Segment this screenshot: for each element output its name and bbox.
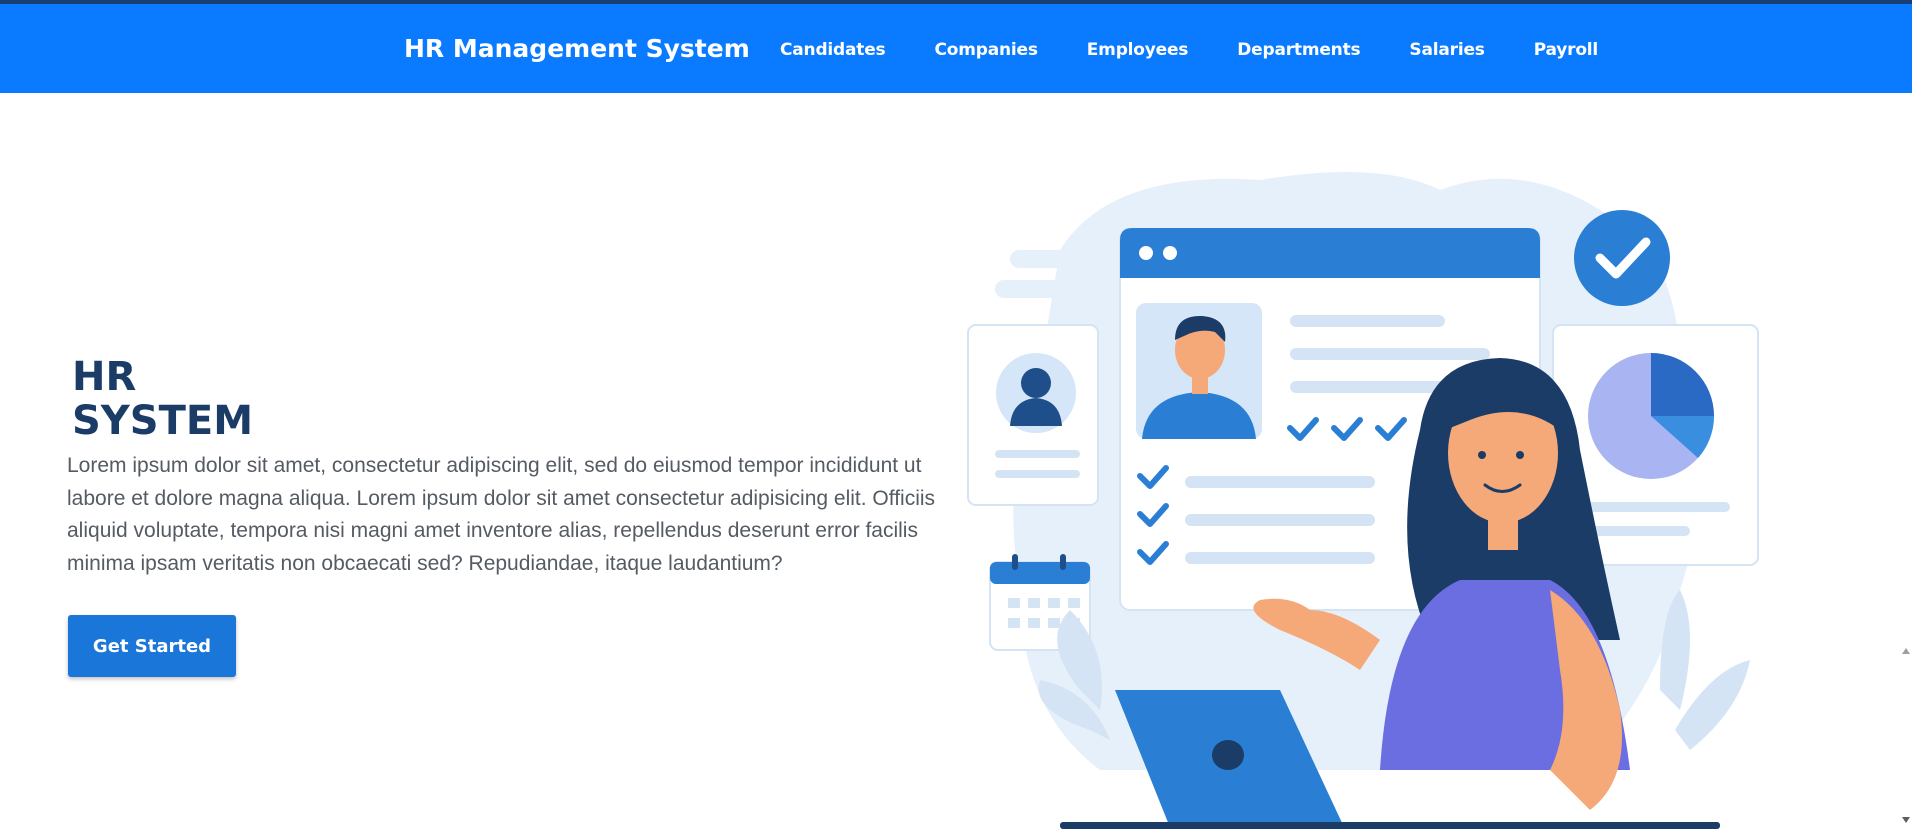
nav-links: Candidates Companies Employees Departmen… <box>780 40 1647 60</box>
hero-title: HR SYSTEM <box>72 355 253 443</box>
nav-link-employees[interactable]: Employees <box>1087 40 1189 60</box>
nav-link-candidates[interactable]: Candidates <box>780 40 886 60</box>
nav-link-departments[interactable]: Departments <box>1237 40 1360 60</box>
nav-link-companies[interactable]: Companies <box>934 40 1037 60</box>
nav-link-payroll[interactable]: Payroll <box>1534 40 1599 60</box>
page-scrollbar[interactable] <box>1900 93 1912 829</box>
nav-link-salaries[interactable]: Salaries <box>1409 40 1484 60</box>
hero-title-line-2: SYSTEM <box>72 398 253 444</box>
brand-logo-text[interactable]: HR Management System <box>404 34 750 63</box>
navbar: HR Management System Candidates Companie… <box>0 4 1912 93</box>
hero-description: Lorem ipsum dolor sit amet, consectetur … <box>67 454 936 575</box>
scroll-down-icon[interactable] <box>1902 817 1910 823</box>
hero-title-line-1: HR <box>72 354 137 400</box>
hr-illustration-icon <box>967 172 1759 829</box>
get-started-button[interactable]: Get Started <box>68 615 236 677</box>
scroll-up-icon[interactable] <box>1902 648 1910 654</box>
